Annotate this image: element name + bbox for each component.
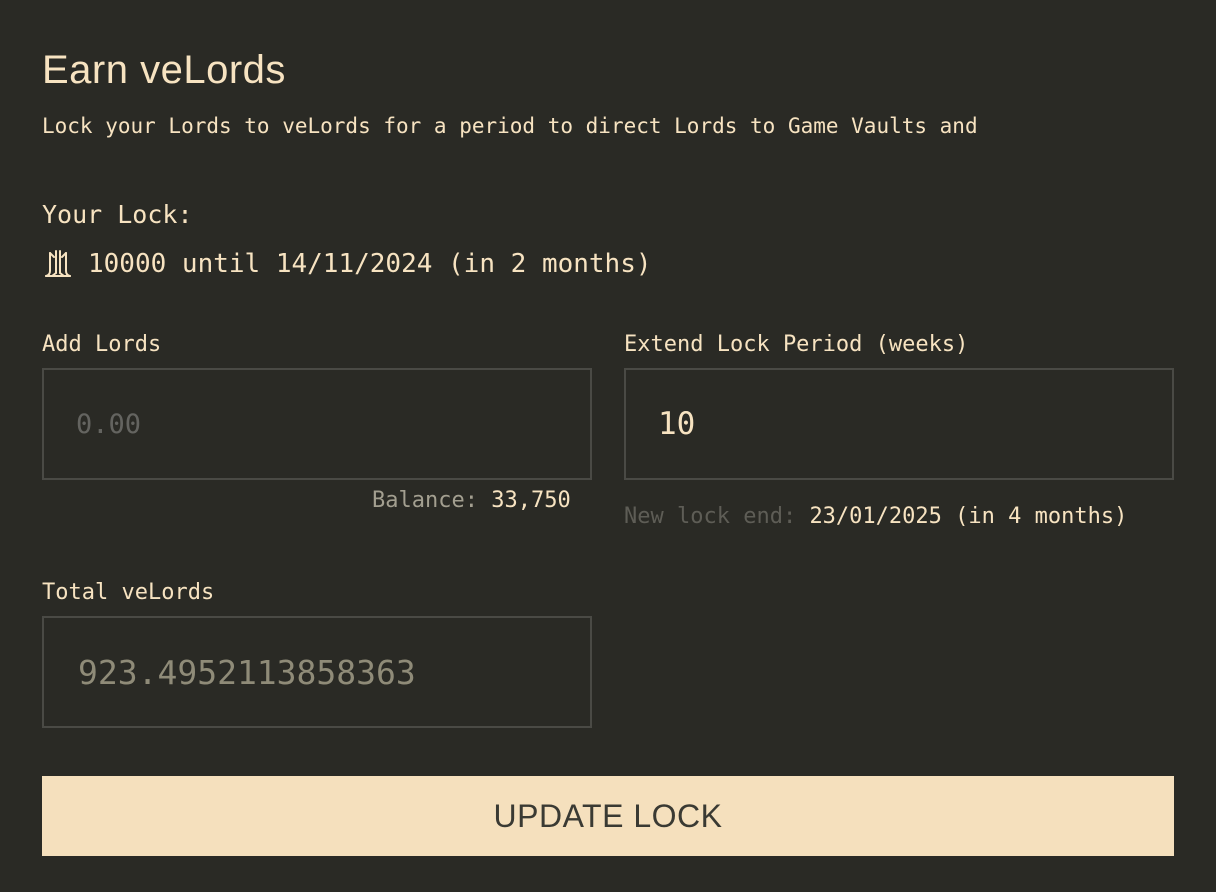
add-lords-input[interactable] (44, 370, 590, 478)
total-velords-field: 923.4952113858363 (42, 616, 592, 728)
new-lock-end-value: 23/01/2025 (in 4 months) (809, 504, 1128, 529)
total-velords-value: 923.4952113858363 (78, 652, 416, 692)
lords-token-icon (42, 248, 74, 280)
page-title: Earn veLords (42, 48, 286, 92)
update-lock-button[interactable]: UPDATE LOCK (42, 776, 1174, 856)
current-lock-text: 10000 until 14/11/2024 (in 2 months) (88, 249, 652, 279)
extend-lock-input[interactable] (626, 370, 1172, 478)
current-lock-summary: 10000 until 14/11/2024 (in 2 months) (42, 246, 652, 282)
extend-lock-field[interactable] (624, 368, 1174, 480)
balance-info: Balance: 33,750 (372, 487, 571, 515)
new-lock-end-label: New lock end: (624, 504, 797, 529)
your-lock-label: Your Lock: (42, 200, 193, 229)
new-lock-end-info: New lock end: 23/01/2025 (in 4 months) (624, 503, 1127, 531)
balance-value: 33,750 (491, 488, 571, 513)
total-velords-label: Total veLords (42, 580, 215, 605)
add-lords-label: Add Lords (42, 332, 162, 357)
add-lords-field[interactable] (42, 368, 592, 480)
page-subtitle: Lock your Lords to veLords for a period … (42, 114, 978, 138)
extend-lock-label: Extend Lock Period (weeks) (624, 332, 969, 357)
balance-label: Balance: (372, 488, 478, 513)
